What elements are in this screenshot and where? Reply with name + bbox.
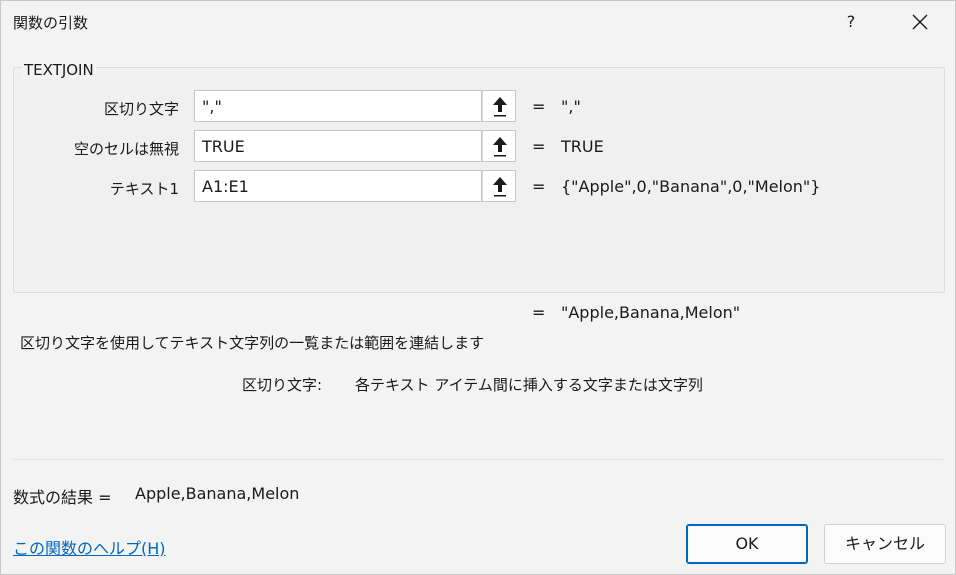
arg-label: 区切り文字 bbox=[103, 100, 179, 118]
arg-equals: = bbox=[532, 177, 546, 196]
ref-collapse-button[interactable] bbox=[482, 130, 516, 162]
function-arguments-dialog: 関数の引数 ? TEXTJOIN 区切り文字 "," = "," 空のセルは無視… bbox=[0, 0, 956, 575]
ref-collapse-button[interactable] bbox=[482, 90, 516, 122]
function-result-value: "Apple,Banana,Melon" bbox=[561, 303, 741, 322]
arg-label: テキスト1 bbox=[109, 180, 179, 198]
arg-input-ignore-empty[interactable]: TRUE bbox=[194, 130, 482, 162]
function-description: 区切り文字を使用してテキスト文字列の一覧または範囲を連結します bbox=[20, 334, 485, 352]
arg-equals: = bbox=[532, 97, 546, 116]
close-button[interactable] bbox=[903, 7, 937, 37]
divider bbox=[13, 459, 943, 460]
arg-description-text: 各テキスト アイテム間に挿入する文字または文字列 bbox=[355, 376, 703, 394]
help-button[interactable]: ? bbox=[837, 7, 865, 37]
collapse-arrow-icon bbox=[493, 137, 507, 157]
arg-row-delimiter: 区切り文字 "," = "," bbox=[1, 90, 955, 124]
function-name: TEXTJOIN bbox=[22, 61, 96, 79]
arg-label: 空のセルは無視 bbox=[73, 140, 179, 158]
function-help-link[interactable]: この関数のヘルプ(H) bbox=[13, 535, 166, 559]
cancel-button[interactable]: キャンセル bbox=[824, 524, 946, 564]
result-equals: = bbox=[532, 303, 546, 322]
formula-result-label: 数式の結果 = bbox=[13, 488, 112, 507]
arg-value: "," bbox=[561, 97, 581, 116]
dialog-title: 関数の引数 bbox=[13, 14, 89, 32]
collapse-arrow-icon bbox=[493, 97, 507, 117]
arg-row-text1: テキスト1 A1:E1 = {"Apple",0,"Banana",0,"Mel… bbox=[1, 170, 955, 204]
ref-collapse-button[interactable] bbox=[482, 170, 516, 202]
arg-equals: = bbox=[532, 137, 546, 156]
formula-result-value: Apple,Banana,Melon bbox=[135, 484, 300, 503]
arg-input-text1[interactable]: A1:E1 bbox=[194, 170, 482, 202]
arg-row-ignore-empty: 空のセルは無視 TRUE = TRUE bbox=[1, 130, 955, 164]
arg-description-name: 区切り文字: bbox=[242, 376, 323, 394]
arg-value: TRUE bbox=[561, 137, 604, 156]
title-bar: 関数の引数 ? bbox=[1, 1, 955, 45]
arg-value: {"Apple",0,"Banana",0,"Melon"} bbox=[561, 177, 821, 196]
collapse-arrow-icon bbox=[493, 177, 507, 197]
close-icon bbox=[912, 14, 928, 30]
ok-button[interactable]: OK bbox=[686, 524, 808, 564]
arg-input-delimiter[interactable]: "," bbox=[194, 90, 482, 122]
